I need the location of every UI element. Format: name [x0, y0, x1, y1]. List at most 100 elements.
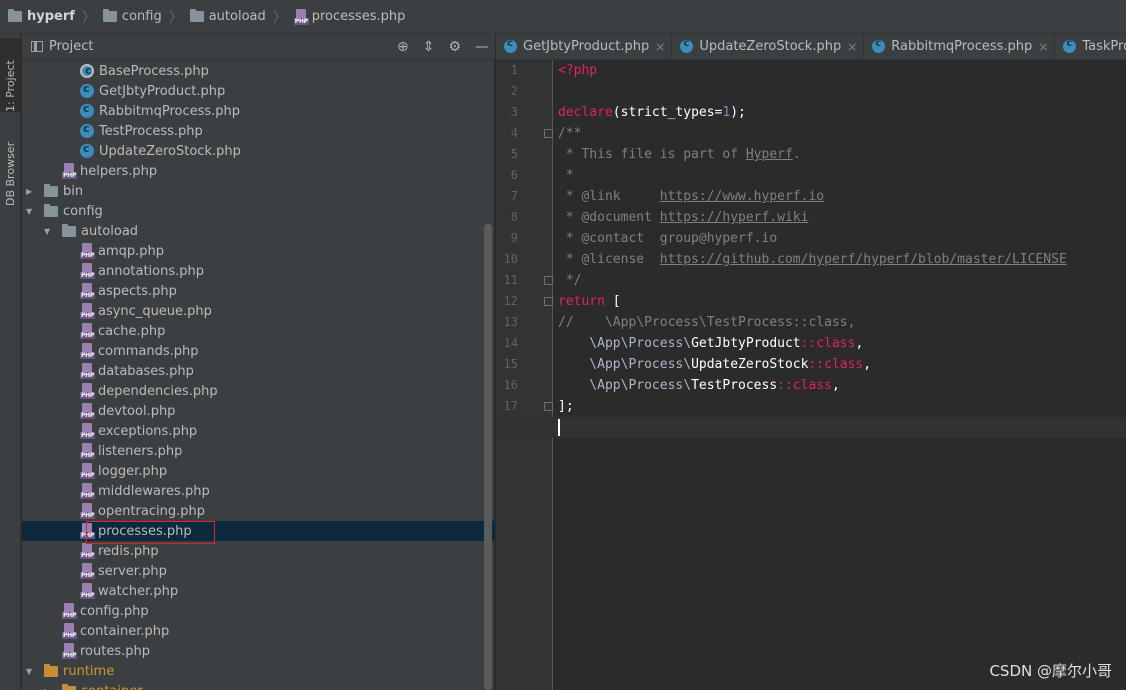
breadcrumb-separator: 〉 — [81, 9, 96, 26]
collapse-all-icon[interactable]: ⇕ — [423, 39, 435, 55]
tree-file[interactable]: async_queue.php — [22, 301, 495, 321]
tree-file[interactable]: annotations.php — [22, 261, 495, 281]
line-number: 2 — [510, 84, 518, 98]
php-file-icon — [80, 443, 95, 459]
php-file-icon — [80, 383, 95, 399]
tree-file[interactable]: exceptions.php — [22, 421, 495, 441]
db-browser-tool-tab[interactable]: DB Browser — [0, 126, 21, 206]
tree-file[interactable]: routes.php — [22, 641, 495, 661]
tree-file[interactable]: cache.php — [22, 321, 495, 341]
tree-file[interactable]: container.php — [22, 621, 495, 641]
tree-file[interactable]: server.php — [22, 561, 495, 581]
editor-tab[interactable]: RabbitmqProcess.php × — [864, 34, 1056, 59]
line-number: 9 — [510, 231, 518, 245]
tree-file[interactable]: dependencies.php — [22, 381, 495, 401]
gear-icon[interactable]: ⚙ — [448, 39, 461, 55]
code-line: <?php — [558, 60, 597, 81]
php-file-icon — [293, 8, 309, 25]
close-icon[interactable]: × — [655, 40, 665, 54]
breadcrumb-root[interactable]: hyperf — [8, 0, 75, 34]
tree-file[interactable]: commands.php — [22, 341, 495, 361]
fold-marker-icon[interactable] — [544, 402, 553, 411]
editor-tab[interactable]: UpdateZeroStock.php × — [672, 34, 865, 59]
tree-item-label: databases.php — [98, 363, 194, 379]
tree-file[interactable]: BaseProcess.php — [22, 61, 495, 81]
hide-icon[interactable]: — — [475, 39, 489, 55]
vertical-scrollbar[interactable] — [484, 224, 492, 690]
watermark: CSDN @摩尔小哥 — [989, 662, 1112, 680]
code-token: ::class — [800, 336, 856, 351]
php-file-icon — [80, 483, 95, 499]
tree-item-label: config — [63, 203, 103, 219]
folder-icon — [102, 9, 117, 22]
tree-file[interactable]: TestProcess.php — [22, 121, 495, 141]
tree-file[interactable]: listeners.php — [22, 441, 495, 461]
tree-folder[interactable]: ▼ config — [22, 201, 495, 221]
expanded-arrow-icon[interactable]: ▼ — [26, 667, 36, 676]
tree-item-label: BaseProcess.php — [99, 63, 209, 79]
tree-file[interactable]: RabbitmqProcess.php — [22, 101, 495, 121]
fold-marker-icon[interactable] — [544, 297, 553, 306]
tree-file[interactable]: opentracing.php — [22, 501, 495, 521]
tree-file[interactable]: databases.php — [22, 361, 495, 381]
breadcrumb-autoload[interactable]: autoload — [189, 0, 266, 34]
tree-file[interactable]: logger.php — [22, 461, 495, 481]
php-file-icon — [80, 243, 95, 259]
project-tool-tab[interactable]: 1: Project — [0, 38, 21, 112]
tree-file[interactable]: helpers.php — [22, 161, 495, 181]
collapsed-arrow-icon[interactable]: ▶ — [26, 187, 36, 196]
breadcrumb-config[interactable]: config — [102, 0, 162, 34]
tree-folder[interactable]: ▶ container — [22, 681, 495, 690]
fold-marker-icon[interactable] — [544, 276, 553, 285]
tree-file[interactable]: aspects.php — [22, 281, 495, 301]
tree-file[interactable]: UpdateZeroStock.php — [22, 141, 495, 161]
class-icon — [80, 102, 94, 118]
php-file-icon — [62, 643, 77, 659]
tree-file[interactable]: config.php — [22, 601, 495, 621]
tree-item-label: UpdateZeroStock.php — [99, 143, 241, 159]
expanded-arrow-icon[interactable]: ▼ — [26, 207, 36, 216]
tree-folder[interactable]: ▼ runtime — [22, 661, 495, 681]
editor-tab[interactable]: TaskProcessCo — [1055, 34, 1126, 59]
code-token: * @link — [558, 189, 660, 204]
expanded-arrow-icon[interactable]: ▼ — [44, 227, 54, 236]
breadcrumb-file[interactable]: processes.php — [293, 0, 405, 34]
code-token: TestProcess — [691, 378, 778, 393]
tree-item-label: TestProcess.php — [99, 123, 203, 139]
code-line: \App\Process\UpdateZeroStock::class, — [558, 354, 871, 375]
tree-item-label: listeners.php — [98, 443, 183, 459]
line-number: 8 — [510, 210, 518, 224]
line-number: 13 — [503, 315, 518, 329]
code-token: GetJbtyProduct — [691, 336, 801, 351]
tree-folder[interactable]: ▼ autoload — [22, 221, 495, 241]
code-line: * This file is part of Hyperf. — [558, 144, 801, 165]
close-icon[interactable]: × — [847, 40, 857, 54]
tree-folder[interactable]: ▶ bin — [22, 181, 495, 201]
tree-item-label: redis.php — [98, 543, 159, 559]
tree-file[interactable]: middlewares.php — [22, 481, 495, 501]
code-token: * @document — [558, 210, 660, 225]
class-icon — [680, 38, 694, 53]
tree-file[interactable]: amqp.php — [22, 241, 495, 261]
close-icon[interactable]: × — [1038, 40, 1048, 54]
tree-file[interactable]: devtool.php — [22, 401, 495, 421]
editor-tab[interactable]: GetJbtyProduct.php × — [496, 34, 673, 59]
code-line: declare(strict_types=1); — [558, 102, 746, 123]
php-file-icon — [80, 263, 95, 279]
folder-icon — [62, 683, 76, 690]
tree-file[interactable]: redis.php — [22, 541, 495, 561]
folder-icon — [62, 223, 76, 237]
project-panel-actions: ⊕ ⇕ ⚙ — — [397, 34, 489, 60]
code-token: \App\Process\ — [558, 357, 692, 372]
project-view-selector[interactable]: Project ▼ — [22, 39, 595, 470]
tree-file[interactable]: watcher.php — [22, 581, 495, 601]
tree-item-label: runtime — [63, 663, 115, 679]
collapsed-arrow-icon[interactable]: ▶ — [44, 687, 54, 690]
tree-item-label: helpers.php — [80, 163, 158, 179]
fold-marker-icon[interactable] — [544, 129, 553, 138]
breadcrumb: hyperf 〉 config 〉 autoload 〉 processes.p… — [0, 0, 1126, 34]
tree-file[interactable]: GetJbtyProduct.php — [22, 81, 495, 101]
locate-icon[interactable]: ⊕ — [397, 39, 409, 55]
tree-item-label: RabbitmqProcess.php — [99, 103, 241, 119]
class-icon — [1063, 38, 1077, 53]
